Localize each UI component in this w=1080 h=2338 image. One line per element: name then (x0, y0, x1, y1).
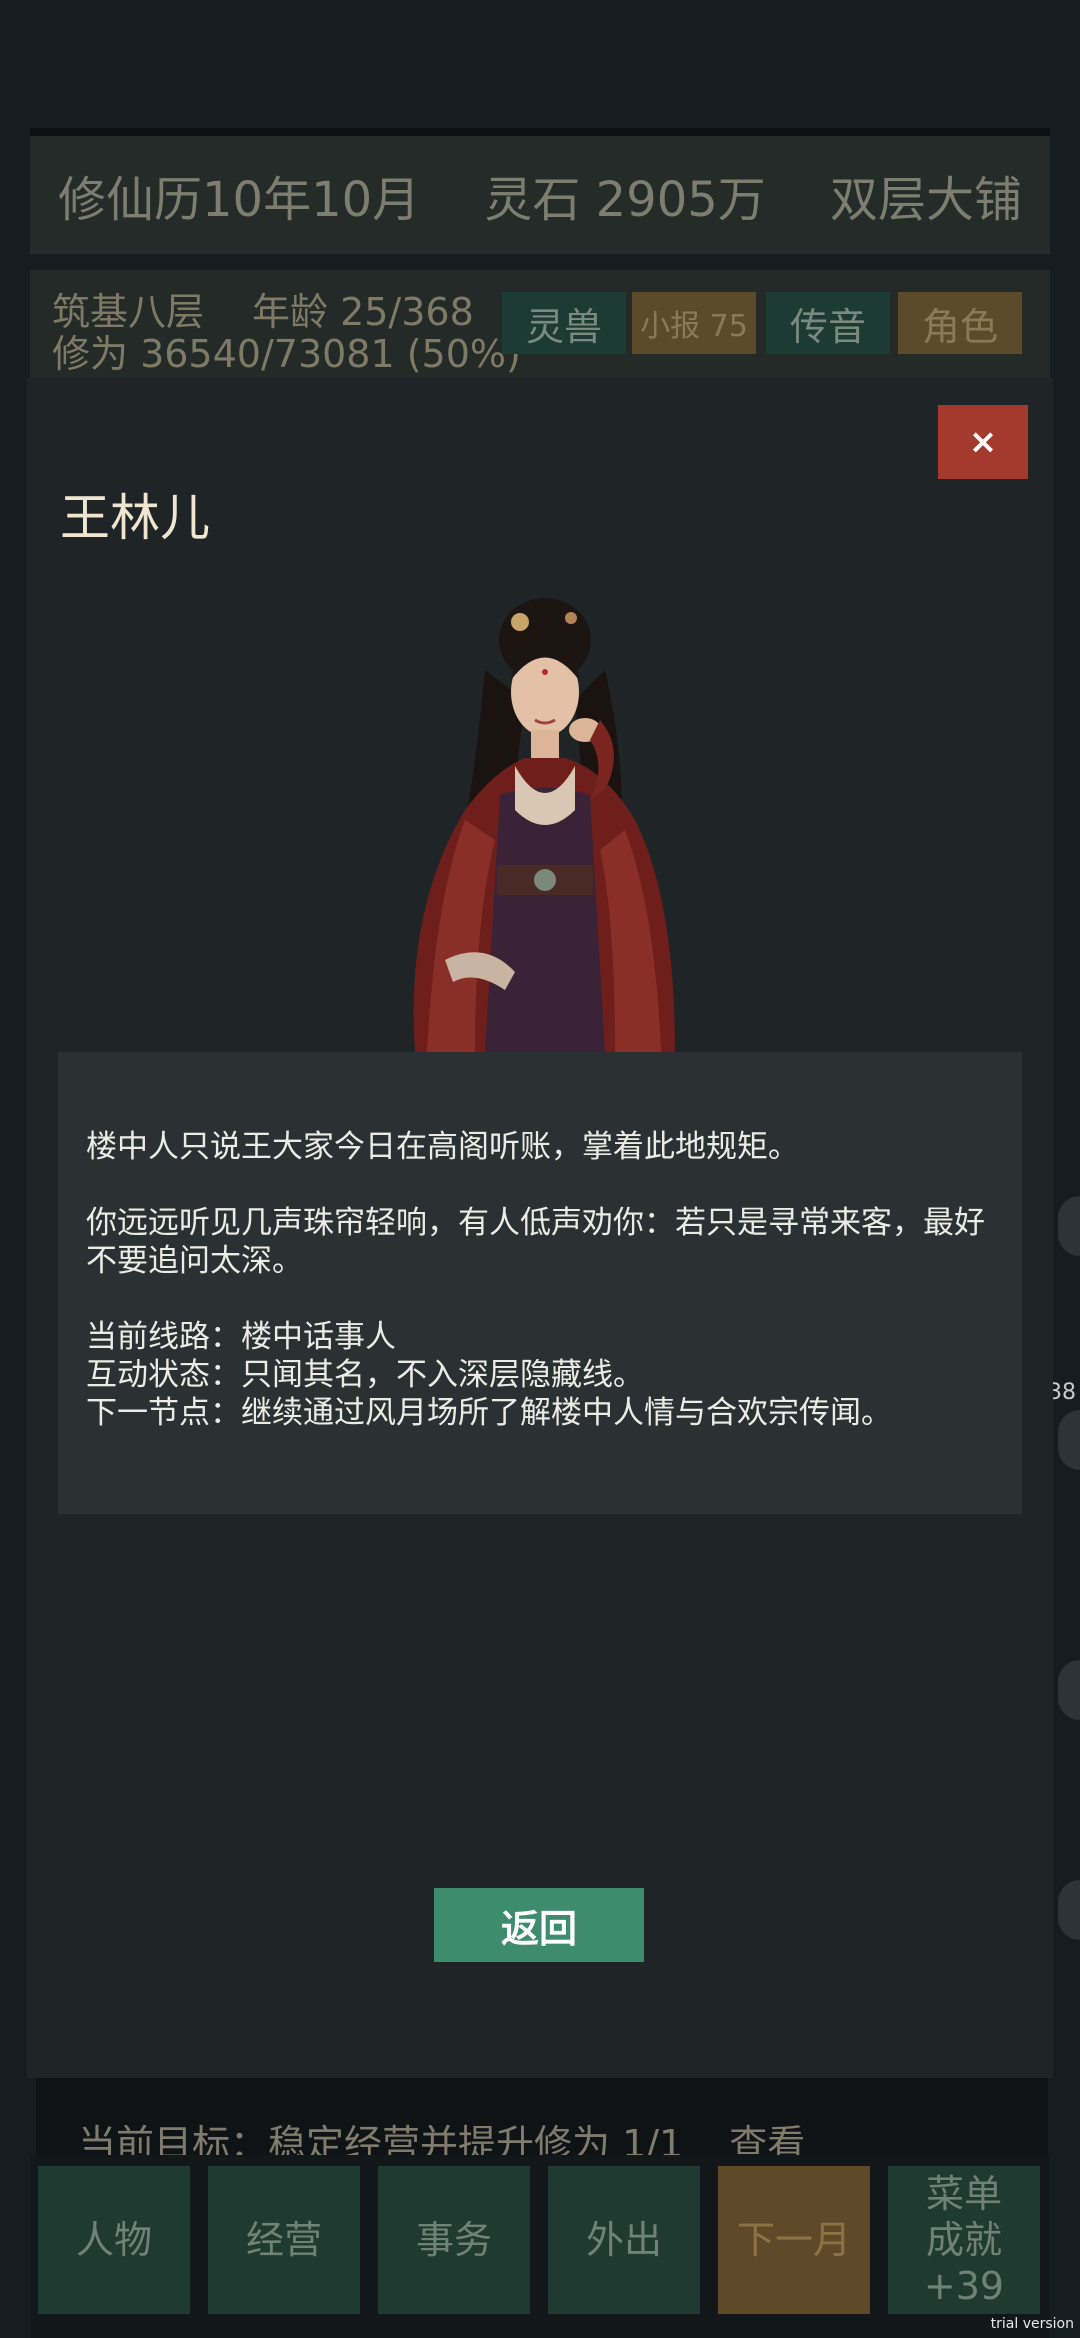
tab-character[interactable]: 角色 (898, 292, 1022, 354)
interaction-status-line: 互动状态：只闻其名，不入深层隐藏线。 (86, 1357, 644, 1393)
return-button[interactable]: 返回 (434, 1888, 644, 1962)
next-month-button[interactable]: 下一月 (718, 2166, 870, 2314)
nav-character-button[interactable]: 人物 (38, 2166, 190, 2314)
menu-button[interactable]: 菜单 成就+39 (888, 2166, 1040, 2314)
realm: 筑基八层 (52, 290, 205, 334)
cultivation: 修为 36540/73081 (50%) (52, 332, 521, 376)
top-status-bar: 修仙历10年10月 灵石 2905万 双层大铺 (30, 136, 1050, 254)
tab-message[interactable]: 传音 (766, 292, 890, 354)
route-line: 当前线路：楼中话事人 (86, 1319, 396, 1355)
watermark: trial version (990, 2316, 1074, 2332)
dialog-description: 楼中人只说王大家今日在高阁听账，掌着此地规矩。 你远远听见几声珠帘轻响，有人低声… (58, 1052, 1022, 1514)
side-handle[interactable] (1058, 1410, 1080, 1470)
close-button[interactable]: × (938, 405, 1028, 479)
nav-affairs-button[interactable]: 事务 (378, 2166, 530, 2314)
side-handle[interactable] (1058, 1196, 1080, 1256)
character-portrait (413, 598, 675, 1052)
description-line: 楼中人只说王大家今日在高阁听账，掌着此地规矩。 (86, 1129, 799, 1165)
top-divider (30, 128, 1050, 136)
nav-business-button[interactable]: 经营 (208, 2166, 360, 2314)
game-date: 修仙历10年10月 (58, 172, 421, 228)
next-node-line: 下一节点：继续通过风月场所了解楼中人情与合欢宗传闻。 (86, 1395, 892, 1431)
nav-outing-button[interactable]: 外出 (548, 2166, 700, 2314)
description-line: 你远远听见几声珠帘轻响，有人低声劝你：若只是寻常来客，最好不要追问太深。 (86, 1205, 985, 1279)
tab-news[interactable]: 小报 75 (632, 292, 756, 354)
side-handle[interactable] (1058, 1660, 1080, 1720)
age: 年龄 25/368 (252, 290, 474, 334)
tab-beast[interactable]: 灵兽 (502, 292, 626, 354)
shop-level: 双层大铺 (829, 172, 1022, 228)
side-handle[interactable] (1058, 1880, 1080, 1940)
spirit-stones: 灵石 2905万 (484, 172, 766, 228)
character-name: 王林儿 (60, 489, 210, 547)
achievements-label: 成就+39 (923, 2218, 1005, 2308)
menu-label: 菜单 (925, 2172, 1002, 2216)
